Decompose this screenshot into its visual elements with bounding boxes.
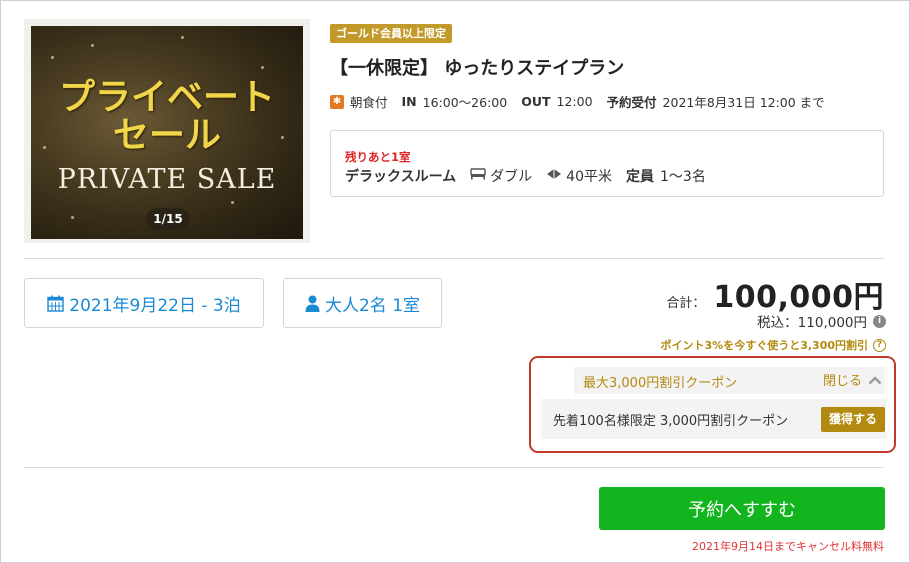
private-sale-image[interactable]: プライベート セール PRIVATE SALE 1/15 [31,26,303,239]
coupon-item: 先着100名様限定 3,000円割引クーポン 獲得する [541,399,886,439]
total-price: 100,000円 [713,280,884,315]
info-icon[interactable]: i [873,314,886,328]
bed-type: ダブル [490,169,533,185]
person-icon [305,295,320,312]
hero-title-en: PRIVATE SALE [57,164,277,195]
guest-label: 大人2名 1室 [324,295,421,316]
remaining-rooms: 残りあと1室 [345,150,411,164]
total-price-row: 合計： 100,000円 [666,272,884,316]
capacity-label: 定員 [626,169,654,185]
plan-meta: ✱ 朝食付 IN 16:00〜26:00 OUT 12:00 予約受付 2021… [330,92,825,111]
reserve-button[interactable]: 予約へすすむ [599,487,885,530]
coupon-close-button[interactable]: 閉じる [823,370,882,389]
section-divider [24,467,884,468]
guest-selector-button[interactable]: 大人2名 1室 [283,278,442,328]
date-selector-button[interactable]: 2021年9月22日 - 3泊 [24,278,264,328]
date-label: 2021年9月22日 - 3泊 [69,295,241,316]
deadline-value: 2021年8月31日 12:00 まで [662,95,825,110]
room-name: デラックスルーム [345,169,457,185]
member-badge: ゴールド会員以上限定 [330,24,452,43]
room-details: デラックスルーム ダブル 40平米 定員 1〜3名 [345,166,706,186]
calendar-icon [47,295,64,312]
points-discount-text: ポイント3%を今すぐ使うと3,300円割引 [660,339,868,352]
capacity-value: 1〜3名 [660,169,706,185]
coupon-description: 先着100名様限定 3,000円割引クーポン [553,413,789,429]
free-cancel-note: 2021年9月14日までキャンセル料無料 [692,540,884,553]
plan-photo[interactable]: プライベート セール PRIVATE SALE 1/15 [24,19,310,243]
deadline-label: 予約受付 [606,95,657,110]
total-label: 合計： [666,296,706,311]
section-divider [24,258,884,259]
coupon-header: 最大3,000円割引クーポン 閉じる [574,367,885,394]
plan-title: 【一休限定】 ゆったりステイプラン [330,58,625,79]
coupon-close-label: 閉じる [822,374,862,389]
meal-label: 朝食付 [350,95,388,110]
checkin-label: IN [401,94,417,109]
chevron-up-icon [868,373,882,387]
room-size: 40平米 [566,169,612,185]
coupon-title: 最大3,000円割引クーポン [583,376,738,391]
room-card: 残りあと1室 デラックスルーム ダブル 40平米 定員 1〜3名 [330,130,884,197]
get-coupon-button[interactable]: 獲得する [820,406,885,432]
photo-counter: 1/15 [146,208,190,230]
points-row: ポイント3%を今すぐ使うと3,300円割引 ? [661,337,886,353]
hero-title-line2: セール [112,114,221,156]
breakfast-icon: ✱ [330,94,344,109]
checkout-label: OUT [521,94,551,109]
hero-title-line1: プライベート [58,76,275,118]
help-icon[interactable]: ? [873,338,886,352]
tax-row: 税込：110,000円 i [757,311,886,331]
bed-icon [470,168,486,184]
checkout-time: 12:00 [556,94,593,109]
tax-included-price: 税込：110,000円 [757,315,867,331]
room-size-icon [546,168,562,184]
checkin-time: 16:00〜26:00 [422,95,508,110]
